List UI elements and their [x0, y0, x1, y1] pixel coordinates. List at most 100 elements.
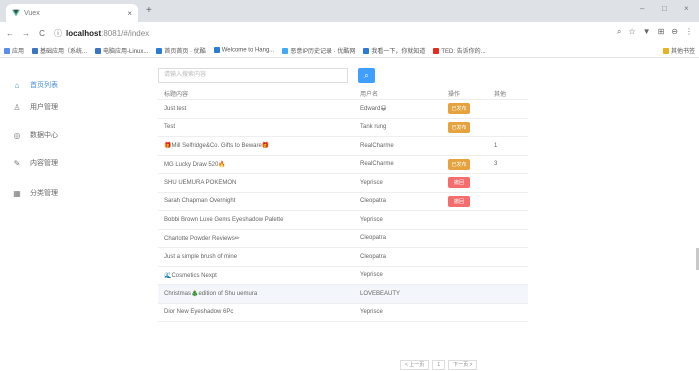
withdraw-button[interactable]: 撤回 — [448, 195, 470, 207]
bookmark-item[interactable]: 恶意IP历史记录 · 优酷网 — [282, 46, 355, 55]
bookmark-item[interactable]: 基础应用（系统... — [32, 46, 87, 55]
row-action-cell — [448, 285, 488, 303]
header-extra: 其他 — [494, 92, 507, 98]
bookmark-label: 基础应用（系统... — [40, 49, 88, 55]
table-row[interactable]: Charlotte Powder Reviews✏ Cleopatra — [158, 230, 528, 248]
bookmark-label: Welcome to Hang... — [221, 47, 275, 54]
table-row[interactable]: Bobbi Brown Luxe Gems Eyeshadow Palette Y… — [158, 211, 528, 230]
page-number[interactable]: 1 — [432, 360, 446, 370]
sidebar-item[interactable]: ⌂ 首页列表 — [12, 78, 58, 92]
row-title: Charlotte Powder Reviews✏ — [164, 235, 240, 242]
bookmark-item[interactable]: 应用 — [4, 46, 24, 55]
bookmark-label: 我看一下，你就知道 — [371, 49, 426, 55]
bookmark-icon — [95, 48, 102, 55]
bookmark-label: 应用 — [12, 49, 25, 55]
row-action-cell: 已发布 — [448, 119, 488, 137]
bookmark-label: 恶意IP历史记录 · 优酷网 — [290, 49, 356, 55]
table-row[interactable]: Just a simple brush of mine Cleopatra — [158, 248, 528, 267]
row-extra — [494, 230, 524, 248]
sidebar-item-label: 首页列表 — [30, 82, 58, 89]
row-user: Cleopatra — [360, 198, 387, 205]
close-window-icon[interactable]: × — [684, 4, 689, 13]
bookmark-icon — [433, 48, 440, 55]
row-title: Bobbi Brown Luxe Gems Eyeshadow Palette — [164, 216, 284, 223]
row-user: Cleopatra — [360, 253, 387, 260]
account-icon[interactable]: ⊖ — [671, 27, 678, 37]
new-tab-button[interactable]: + — [146, 5, 152, 16]
reload-icon[interactable]: C — [36, 29, 48, 38]
table-row[interactable]: Just test Edward😀 已发布 — [158, 100, 528, 119]
address-bar: ← → C ⓘ localhost :8081/#/index ⌕ ☆ ▼ ⊞ … — [0, 22, 699, 44]
table-row[interactable]: SHU UEMURA POKEMON Yeprisce 撤回 — [158, 174, 528, 193]
menu-icon[interactable]: ⋮ — [685, 27, 693, 37]
minimize-icon[interactable]: – — [640, 4, 644, 13]
bookmark-item[interactable]: Welcome to Hang... — [213, 47, 275, 54]
next-page-button[interactable]: 下一页 > — [448, 360, 478, 370]
table-body: Just test Edward😀 已发布 Test Tank rung 已发布 🎁Mill… — [158, 100, 528, 322]
prev-page-button[interactable]: < 上一页 — [400, 360, 430, 370]
search-icon: ⌕ — [364, 71, 369, 80]
back-icon[interactable]: ← — [4, 29, 16, 38]
row-user: Yeprisce — [360, 272, 383, 279]
maximize-icon[interactable]: □ — [662, 4, 667, 13]
row-user: Edward😀 — [360, 106, 387, 113]
publish-button[interactable]: 已发布 — [448, 103, 470, 115]
table-row[interactable]: MG Lucky Draw 520🔥 RealCharme 已发布 3 — [158, 156, 528, 174]
row-action-cell: 已发布 — [448, 100, 488, 118]
apps-icon[interactable]: ⊞ — [658, 27, 665, 37]
table-row[interactable]: Test Tank rung 已发布 — [158, 119, 528, 137]
forward-icon[interactable]: → — [20, 29, 32, 38]
row-title: MG Lucky Draw 520🔥 — [164, 161, 226, 168]
table-row[interactable]: Christmas🎄edition of Shu uemura LOVEBEAUT… — [158, 285, 528, 304]
bookmark-item[interactable]: 其他书签 — [662, 46, 695, 55]
browser-tabstrip: Vuex × + – □ × — [0, 0, 699, 22]
info-icon: ⓘ — [54, 28, 62, 38]
pagination: < 上一页 1 下一页 > — [400, 360, 478, 370]
sidebar-item[interactable]: ♙ 用户管理 — [12, 100, 58, 114]
publish-button[interactable]: 已发布 — [448, 121, 470, 133]
row-extra — [494, 304, 524, 322]
table-row[interactable]: Sarah Chapman Overnight Cleopatra 撤回 — [158, 193, 528, 211]
search-button[interactable]: ⌕ — [358, 68, 375, 83]
extension-icon[interactable]: ▼ — [643, 27, 651, 37]
row-action-cell: 已发布 — [448, 156, 488, 174]
row-title: 🌊Cosmetics Nexpt — [164, 272, 217, 279]
bookmark-item[interactable]: 电脑应用-Linux... — [95, 46, 148, 55]
sidebar-item[interactable]: ✎ 内容管理 — [12, 156, 58, 170]
row-action-cell — [448, 230, 488, 248]
sidebar-item[interactable]: ▦ 分类管理 — [12, 186, 58, 200]
bookmarks-bar: 应用 基础应用（系统... 电脑应用-Linux... 首页首页 · 优酷 Welcom… — [0, 44, 699, 58]
row-user: Tank rung — [360, 124, 387, 131]
tab-close-icon[interactable]: × — [127, 9, 132, 18]
row-title: Dior New Eyeshadow 6Pc — [164, 309, 234, 316]
withdraw-button[interactable]: 撤回 — [448, 177, 470, 189]
table-row[interactable]: 🎁Mill Selfridge&Co. Gifts to Beware🎁 Real… — [158, 137, 528, 156]
zoom-icon[interactable]: ⌕ — [617, 27, 621, 37]
publish-button[interactable]: 已发布 — [448, 158, 470, 170]
row-extra — [494, 267, 524, 285]
url-host: localhost — [66, 28, 102, 38]
table-row[interactable]: 🌊Cosmetics Nexpt Yeprisce — [158, 267, 528, 285]
row-extra — [494, 248, 524, 266]
bookmark-icon — [282, 48, 289, 55]
tab-title: Vuex — [24, 9, 40, 17]
bookmark-item[interactable]: 我看一下，你就知道 — [363, 46, 425, 55]
table-header: 标题内容 用户名 操作 其他 — [158, 88, 528, 100]
vue-logo-icon — [12, 9, 20, 17]
bookmark-item[interactable]: 首页首页 · 优酷 — [156, 46, 206, 55]
bookmark-icon — [156, 48, 163, 55]
sidebar-item-label: 内容管理 — [30, 160, 58, 167]
url-field[interactable]: ⓘ localhost :8081/#/index — [54, 28, 149, 39]
row-user: RealCharme — [360, 161, 394, 168]
bookmark-label: 首页首页 · 优酷 — [164, 49, 206, 55]
browser-tab[interactable]: Vuex × — [6, 4, 138, 22]
table-row[interactable]: Dior New Eyeshadow 6Pc Yeprisce — [158, 304, 528, 322]
search-input[interactable]: 请输入搜索内容 — [158, 68, 348, 83]
row-title: Just test — [164, 105, 187, 112]
star-icon[interactable]: ☆ — [629, 27, 636, 37]
bookmark-item[interactable]: TED: 告诉你的... — [433, 46, 486, 55]
bookmark-label: TED: 告诉你的... — [441, 49, 486, 55]
sidebar-item[interactable]: ◎ 数据中心 — [12, 128, 59, 142]
row-title: Test — [164, 124, 176, 131]
header-action: 操作 — [448, 92, 461, 98]
